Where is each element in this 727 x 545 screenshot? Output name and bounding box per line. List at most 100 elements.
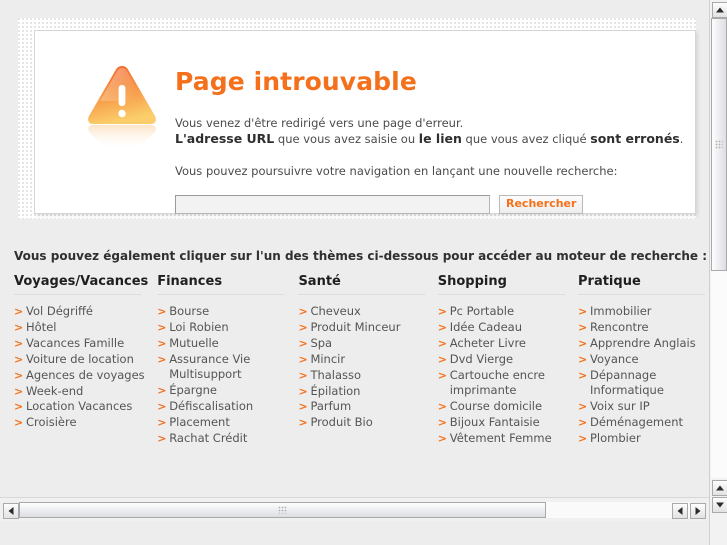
- scroll-left-button-2[interactable]: [672, 503, 688, 519]
- theme-link[interactable]: > Croisière: [14, 415, 156, 430]
- scroll-up-button[interactable]: [712, 2, 727, 18]
- theme-link[interactable]: > Voyance: [578, 352, 703, 367]
- theme-link-label: Immobilier: [590, 304, 652, 318]
- theme-column-pratique: Pratique > Immobilier > Rencontre > Apprend…: [578, 274, 705, 447]
- theme-link-list: > Cheveux > Produit Minceur > Spa > Mincir >…: [298, 304, 436, 431]
- chevron-right-icon: >: [298, 400, 308, 414]
- theme-link[interactable]: > Thalasso: [298, 368, 436, 383]
- theme-link[interactable]: > Cheveux: [298, 304, 436, 319]
- theme-link-label: Voiture de location: [26, 351, 134, 366]
- theme-column-title: Pratique: [578, 274, 641, 289]
- column-divider: [578, 294, 705, 295]
- theme-link[interactable]: > Location Vacances: [14, 399, 156, 414]
- theme-link-label: Déménagement: [590, 414, 683, 429]
- theme-link[interactable]: > Week-end: [14, 384, 156, 399]
- triangle-up-icon: [716, 485, 724, 491]
- chevron-right-icon: >: [437, 431, 447, 445]
- theme-link[interactable]: > Déménagement: [578, 415, 703, 430]
- column-divider: [14, 294, 141, 295]
- scroll-left-button[interactable]: [3, 503, 19, 519]
- chevron-right-icon: >: [298, 384, 308, 398]
- theme-link[interactable]: > Agences de voyages: [14, 368, 156, 383]
- theme-link[interactable]: > Immobilier: [578, 304, 703, 319]
- scroll-down-button[interactable]: [712, 497, 727, 513]
- theme-link[interactable]: > Assurance Vie Multisupport: [157, 352, 297, 383]
- theme-link-list: > Immobilier > Rencontre > Apprendre Anglai…: [578, 304, 703, 446]
- theme-link[interactable]: > Voiture de location: [14, 352, 156, 367]
- theme-link[interactable]: > Cartouche encre imprimante: [438, 368, 577, 399]
- theme-link[interactable]: > Dvd Vierge: [438, 352, 577, 367]
- column-divider: [157, 294, 285, 295]
- theme-link-label: Acheter Livre: [449, 335, 527, 350]
- theme-link[interactable]: > Idée Cadeau: [438, 320, 577, 335]
- chevron-right-icon: >: [578, 415, 588, 429]
- theme-link[interactable]: > Plombier: [578, 431, 703, 446]
- error-message-line1: Vous venez d'être redirigé vers une page…: [175, 116, 464, 130]
- theme-link[interactable]: > Placement: [157, 415, 297, 430]
- theme-link-label: Plombier: [590, 430, 641, 445]
- chevron-right-icon: >: [578, 320, 588, 334]
- vertical-scrollbar-track[interactable]: [711, 18, 727, 478]
- error-message-mid2: que vous avez cliqué: [461, 132, 591, 146]
- theme-link[interactable]: > Dépannage Informatique: [578, 368, 703, 399]
- theme-link-label: Défiscalisation: [169, 398, 254, 413]
- theme-link-label: Course domicile: [449, 398, 543, 413]
- theme-link[interactable]: > Bijoux Fantaisie: [438, 415, 577, 430]
- theme-link[interactable]: > Mincir: [298, 352, 436, 367]
- theme-link[interactable]: > Spa: [298, 336, 436, 351]
- theme-link[interactable]: > Hôtel: [14, 320, 156, 335]
- triangle-right-icon: [695, 507, 701, 515]
- theme-link-label: Cartouche encre imprimante: [449, 367, 545, 398]
- theme-link[interactable]: > Défiscalisation: [157, 399, 297, 414]
- theme-link[interactable]: > Rencontre: [578, 320, 703, 335]
- theme-link[interactable]: > Course domicile: [438, 399, 577, 414]
- grip-dots-icon: [715, 140, 723, 149]
- theme-link-label: Hôtel: [26, 319, 57, 334]
- theme-link-label: Produit Minceur: [310, 319, 401, 334]
- theme-link[interactable]: > Rachat Crédit: [157, 431, 297, 446]
- chevron-right-icon: >: [298, 416, 308, 430]
- theme-link[interactable]: > Produit Minceur: [298, 320, 436, 335]
- theme-link[interactable]: > Loi Robien: [157, 320, 297, 335]
- vertical-scrollbar-thumb[interactable]: [711, 18, 727, 271]
- theme-link-label: Spa: [310, 335, 333, 350]
- chevron-right-icon: >: [298, 336, 308, 350]
- theme-link[interactable]: > Parfum: [298, 399, 436, 414]
- theme-link[interactable]: > Épargne: [157, 383, 297, 398]
- vertical-scrollbar[interactable]: [709, 0, 727, 545]
- chevron-right-icon: >: [157, 352, 167, 366]
- error-message-mid1: que vous avez saisie ou: [274, 132, 419, 146]
- search-input[interactable]: [175, 195, 490, 214]
- theme-link[interactable]: > Voix sur IP: [578, 399, 703, 414]
- theme-link[interactable]: > Vol Dégriffé: [14, 304, 156, 319]
- theme-link[interactable]: > Vêtement Femme: [438, 431, 577, 446]
- chevron-right-icon: >: [157, 305, 167, 318]
- triangle-left-icon: [8, 507, 14, 515]
- scroll-right-button[interactable]: [690, 503, 706, 519]
- theme-link[interactable]: > Pc Portable: [438, 304, 577, 319]
- chevron-right-icon: >: [14, 368, 24, 382]
- theme-link-label: Épilation: [310, 383, 361, 398]
- theme-link-label: Rencontre: [590, 319, 649, 334]
- theme-link-label: Dvd Vierge: [449, 351, 514, 366]
- scroll-up-button-2[interactable]: [712, 480, 727, 496]
- theme-link-list: > Vol Dégriffé > Hôtel > Vacances Famille >…: [14, 304, 156, 431]
- chevron-right-icon: >: [157, 336, 167, 350]
- theme-link[interactable]: > Produit Bio: [298, 415, 436, 430]
- error-card: Page introuvable Vous venez d'être redir…: [34, 30, 696, 214]
- chevron-right-icon: >: [578, 431, 588, 445]
- horizontal-scrollbar-track[interactable]: [19, 502, 691, 518]
- search-button[interactable]: Rechercher: [499, 195, 584, 214]
- horizontal-scrollbar[interactable]: [0, 497, 709, 521]
- theme-link[interactable]: > Mutuelle: [157, 336, 297, 351]
- theme-column-title: Voyages/Vacances: [14, 274, 149, 289]
- theme-link-label: Location Vacances: [26, 399, 133, 414]
- theme-link[interactable]: > Bourse: [157, 304, 297, 319]
- horizontal-scrollbar-thumb[interactable]: [19, 502, 546, 518]
- theme-link[interactable]: > Acheter Livre: [438, 336, 577, 351]
- theme-link[interactable]: > Épilation: [298, 384, 436, 399]
- chevron-right-icon: >: [578, 336, 588, 350]
- theme-link[interactable]: > Apprendre Anglais: [578, 336, 703, 351]
- theme-link[interactable]: > Vacances Famille: [14, 336, 156, 351]
- themes-columns: Voyages/Vacances > Vol Dégriffé > Hôtel > V…: [14, 274, 705, 447]
